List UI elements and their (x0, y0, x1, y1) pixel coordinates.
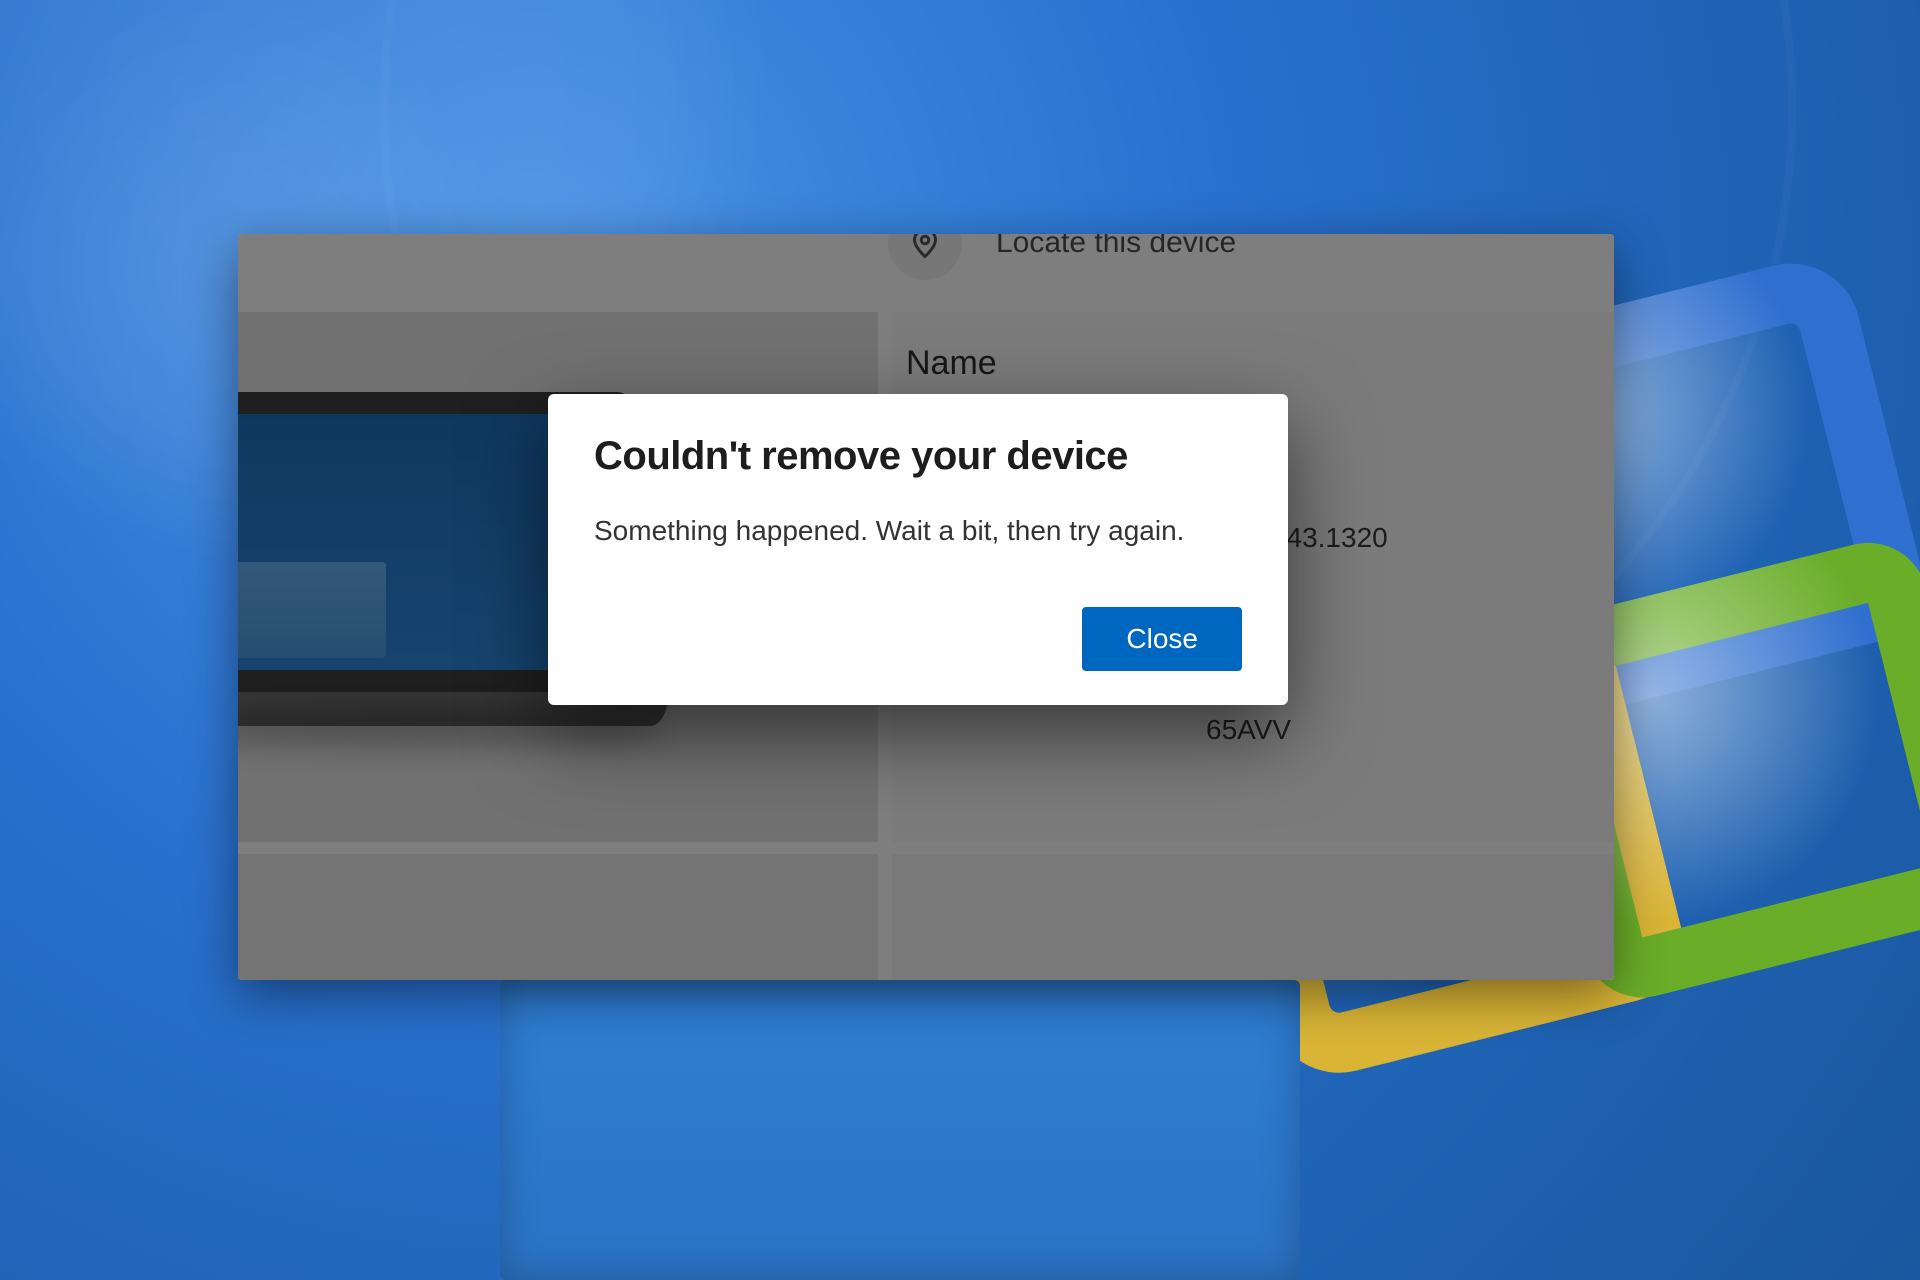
close-button[interactable]: Close (1082, 607, 1242, 671)
settings-window: Locate this device Name 9 .19043.1320 5 … (238, 234, 1614, 980)
desktop-wallpaper: Locate this device Name 9 .19043.1320 5 … (0, 0, 1920, 1280)
error-dialog: Couldn't remove your device Something ha… (548, 394, 1288, 705)
dialog-message: Something happened. Wait a bit, then try… (594, 515, 1242, 547)
dialog-title: Couldn't remove your device (594, 434, 1242, 479)
secondary-panel (500, 980, 1300, 1280)
